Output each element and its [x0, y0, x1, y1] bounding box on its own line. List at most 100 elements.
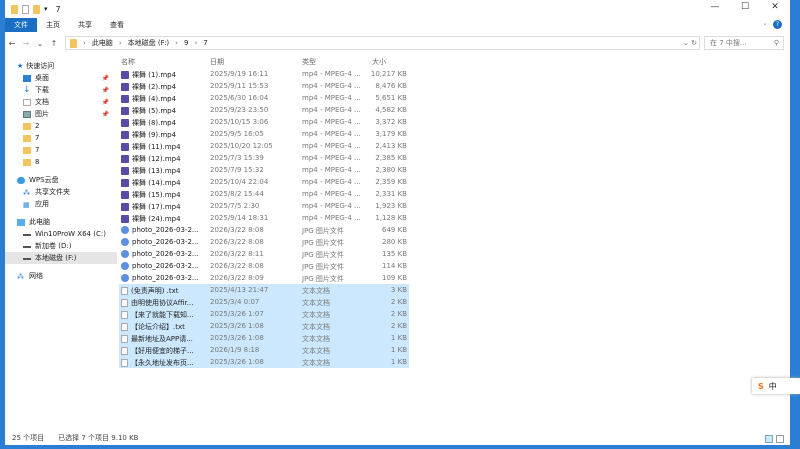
refresh-icon[interactable]: ⌄ ↻	[683, 39, 697, 47]
properties-icon[interactable]	[22, 4, 29, 14]
up-button[interactable]: ↑	[47, 39, 61, 48]
file-row[interactable]: 裸舞 (8).mp4 2025/10/15 3:06 mp4 - MPEG-4 …	[119, 116, 409, 128]
image-file-icon	[121, 238, 129, 246]
nav-folder-2[interactable]: 2	[5, 120, 117, 132]
forward-button[interactable]: →	[19, 39, 33, 48]
nav-documents[interactable]: 文档 📌	[5, 96, 117, 108]
nav-this-pc[interactable]: 此电脑	[5, 216, 117, 228]
breadcrumb-drive-f[interactable]: 本地磁盘 (F:)	[128, 38, 170, 48]
file-size: 1,128 KB	[375, 214, 407, 222]
nav-network[interactable]: ⁂ 网络	[5, 270, 117, 282]
nav-shared-folder[interactable]: ⁂ 共享文件夹	[5, 186, 117, 198]
file-row[interactable]: 裸舞 (14).mp4 2025/10/4 22:04 mp4 - MPEG-4…	[119, 176, 409, 188]
file-row[interactable]: 裸舞 (1).mp4 2025/9/19 16:11 mp4 - MPEG-4 …	[119, 68, 409, 80]
details-view-button[interactable]	[765, 435, 773, 443]
tab-view[interactable]: 查看	[101, 18, 133, 32]
file-size: 2,413 KB	[375, 142, 407, 150]
nav-downloads[interactable]: ↓ 下载 📌	[5, 84, 117, 96]
download-icon: ↓	[23, 84, 31, 95]
column-type[interactable]: 类型	[302, 57, 316, 67]
file-row[interactable]: 裸舞 (17).mp4 2025/7/5 2:30 mp4 - MPEG-4 .…	[119, 200, 409, 212]
breadcrumb-7[interactable]: 7	[203, 39, 207, 47]
nav-apps[interactable]: ▦ 应用	[5, 198, 117, 210]
nav-drive-d[interactable]: 新加卷 (D:)	[5, 240, 117, 252]
image-file-icon	[121, 226, 129, 234]
maximize-button[interactable]: ☐	[730, 2, 760, 12]
file-row[interactable]: 裸舞 (9).mp4 2025/9/5 16:05 mp4 - MPEG-4 .…	[119, 128, 409, 140]
text-file-icon	[121, 347, 128, 355]
expand-ribbon-icon[interactable]: ⌄	[762, 19, 768, 27]
nav-folder-7b[interactable]: 7	[5, 144, 117, 156]
file-row[interactable]: photo_2026-03-2... 2026/3/22 8:11 JPG 图片…	[119, 248, 409, 260]
file-row[interactable]: 裸舞 (13).mp4 2025/7/9 15:32 mp4 - MPEG-4 …	[119, 164, 409, 176]
file-date: 2025/10/4 22:04	[210, 178, 269, 186]
file-size: 2 KB	[390, 322, 407, 330]
image-file-icon	[121, 274, 129, 282]
file-size: 649 KB	[382, 226, 407, 234]
drive-icon	[23, 244, 31, 248]
file-name: 裸舞 (12).mp4	[132, 155, 181, 163]
column-size[interactable]: 大小	[372, 57, 386, 67]
file-row[interactable]: photo_2026-03-2... 2026/3/22 8:09 JPG 图片…	[119, 272, 409, 284]
file-row[interactable]: 裸舞 (15).mp4 2025/8/2 15:44 mp4 - MPEG-4 …	[119, 188, 409, 200]
file-row[interactable]: 【好用便宜的梯子... 2026/1/9 8:18 文本文档 1 KB	[119, 344, 409, 356]
column-name[interactable]: 名称	[121, 57, 135, 67]
file-row[interactable]: (免责声明) .txt 2025/4/13 21:47 文本文档 3 KB	[119, 284, 409, 296]
window-title: 7	[55, 4, 61, 14]
file-date: 2025/9/14 18:31	[210, 214, 269, 222]
address-row: ← → ⌄ ↑ › 此电脑 › 本地磁盘 (F:) › 9 › 7 ⌄ ↻ 在 7 中搜…	[5, 34, 790, 52]
new-folder-icon[interactable]	[33, 4, 40, 14]
large-icons-view-button[interactable]	[776, 435, 784, 443]
recent-locations-icon[interactable]: ⌄	[33, 39, 47, 48]
nav-label: 桌面	[35, 74, 49, 82]
file-row[interactable]: photo_2026-03-2... 2026/3/22 8:08 JPG 图片…	[119, 224, 409, 236]
file-size: 114 KB	[382, 262, 407, 270]
ime-toolbar[interactable]: S 中	[752, 378, 800, 394]
file-row[interactable]: 裸舞 (2).mp4 2025/9/11 15:53 mp4 - MPEG-4 …	[119, 80, 409, 92]
file-date: 2025/3/26 1:08	[210, 322, 264, 330]
file-row[interactable]: 【永久地址发布页... 2025/3/26 1:08 文本文档 1 KB	[119, 356, 409, 368]
nav-folder-8[interactable]: 8	[5, 156, 117, 168]
breadcrumb-this-pc[interactable]: 此电脑	[92, 38, 113, 48]
nav-label: 2	[35, 122, 40, 130]
nav-folder-7[interactable]: 7	[5, 132, 117, 144]
ime-mode[interactable]: 中	[769, 381, 777, 392]
help-icon[interactable]: ?	[773, 20, 782, 29]
file-row[interactable]: 裸舞 (12).mp4 2025/7/3 15:39 mp4 - MPEG-4 …	[119, 152, 409, 164]
close-button[interactable]: ✕	[760, 2, 790, 12]
file-row[interactable]: 由明使用协议Affir... 2025/3/4 0:07 文本文档 2 KB	[119, 296, 409, 308]
nav-pictures[interactable]: 图片 📌	[5, 108, 117, 120]
search-input[interactable]: 在 7 中搜... ⚲	[704, 36, 784, 50]
status-bar: 25 个项目 已选择 7 个项目 9.10 KB	[5, 431, 790, 445]
file-row[interactable]: 裸舞 (11).mp4 2025/10/20 12:05 mp4 - MPEG-…	[119, 140, 409, 152]
file-name: photo_2026-03-2...	[132, 226, 199, 234]
back-button[interactable]: ←	[5, 39, 19, 48]
minimize-button[interactable]: —	[700, 2, 730, 12]
nav-wps-cloud[interactable]: WPS云盘	[5, 174, 117, 186]
file-row[interactable]: 裸舞 (5).mp4 2025/9/23 23:50 mp4 - MPEG-4 …	[119, 104, 409, 116]
tab-file[interactable]: 文件	[5, 18, 37, 32]
tab-home[interactable]: 主页	[37, 18, 69, 32]
file-type: mp4 - MPEG-4 ...	[302, 214, 361, 222]
file-size: 280 KB	[382, 238, 407, 246]
file-row[interactable]: photo_2026-03-2... 2026/3/22 8:08 JPG 图片…	[119, 260, 409, 272]
tab-share[interactable]: 共享	[69, 18, 101, 32]
file-date: 2025/9/23 23:50	[210, 106, 269, 114]
file-row[interactable]: 最新地址及APP请... 2025/3/26 1:08 文本文档 1 KB	[119, 332, 409, 344]
file-row[interactable]: 裸舞 (4).mp4 2025/6/30 16:04 mp4 - MPEG-4 …	[119, 92, 409, 104]
address-bar[interactable]: › 此电脑 › 本地磁盘 (F:) › 9 › 7 ⌄ ↻	[65, 36, 700, 50]
file-row[interactable]: photo_2026-03-2... 2026/3/22 8:08 JPG 图片…	[119, 236, 409, 248]
file-row[interactable]: 裸舞 (24).mp4 2025/9/14 18:31 mp4 - MPEG-4…	[119, 212, 409, 224]
quick-access-dropdown-icon[interactable]: ▾	[44, 5, 48, 13]
breadcrumb-9[interactable]: 9	[184, 39, 188, 47]
nav-desktop[interactable]: 桌面 📌	[5, 72, 117, 84]
file-row[interactable]: 【论坛介绍】.txt 2025/3/26 1:08 文本文档 2 KB	[119, 320, 409, 332]
nav-drive-c[interactable]: Win10ProW X64 (C:)	[5, 228, 117, 240]
text-file-icon	[121, 359, 128, 367]
explorer-window: ▾ 7 — ☐ ✕ 文件 主页 共享 查看 ⌄ ? ← → ⌄ ↑ › 此电脑 ›…	[5, 0, 790, 445]
file-row[interactable]: 【来了就能下载知... 2025/3/26 1:07 文本文档 2 KB	[119, 308, 409, 320]
nav-drive-f[interactable]: 本地磁盘 (F:)	[5, 252, 117, 264]
column-date[interactable]: 日期	[210, 57, 224, 67]
file-type: mp4 - MPEG-4 ...	[302, 154, 361, 162]
nav-quick-access[interactable]: ★ 快速访问	[5, 60, 117, 72]
